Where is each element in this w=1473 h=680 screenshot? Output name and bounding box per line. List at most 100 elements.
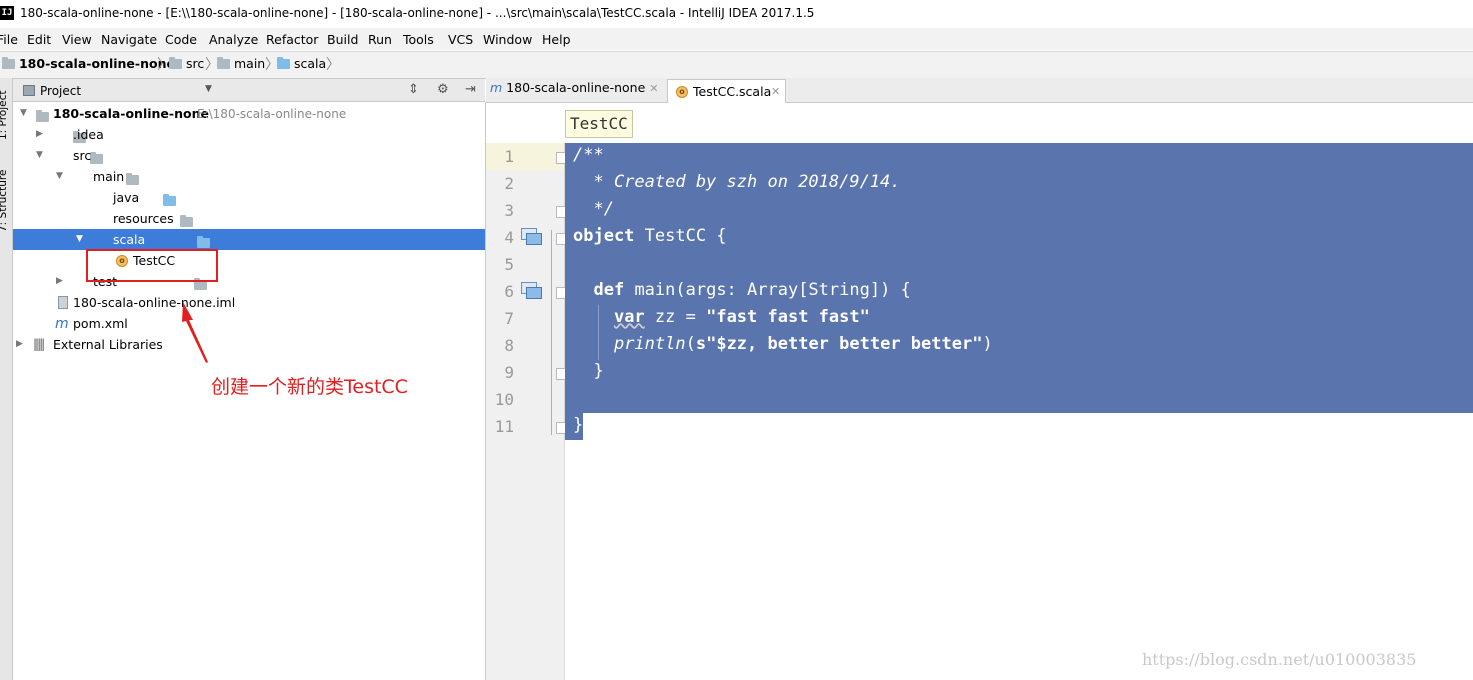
menu-run[interactable]: Run <box>368 32 392 47</box>
line-number: 8 <box>504 336 514 355</box>
tree-item-pom[interactable]: pom.xml <box>73 316 128 331</box>
tree-item-main[interactable]: main <box>93 169 124 184</box>
code-line-11[interactable]: } <box>573 415 583 435</box>
expand-arrow-icon[interactable]: ▼ <box>76 234 83 244</box>
menu-tools[interactable]: Tools <box>403 32 434 47</box>
watermark: https://blog.csdn.net/u010003835 <box>1142 650 1417 669</box>
chevron-right-icon: 〉 <box>326 57 340 73</box>
run-object-icon[interactable] <box>521 228 543 246</box>
line-number: 11 <box>494 417 514 436</box>
tab-testcc-scala[interactable]: o TestCC.scala ✕ <box>667 79 786 103</box>
nav-crumb-label: src <box>185 56 205 71</box>
nav-crumb-scala[interactable]: scala <box>277 56 326 71</box>
menu-analyze[interactable]: Analyze <box>209 32 258 47</box>
annotation-highlight-box <box>86 249 218 282</box>
fold-guide-line <box>551 230 552 435</box>
line-number: 4 <box>504 228 514 247</box>
tab-label: 180-scala-online-none <box>506 80 646 95</box>
tab-label: TestCC.scala <box>693 84 772 99</box>
nav-project-label: 180-scala-online-none <box>18 56 175 71</box>
tree-root-path: E:\180-scala-online-none <box>197 107 347 121</box>
menu-refactor[interactable]: Refactor <box>266 32 318 47</box>
chevron-down-icon[interactable]: ▼ <box>205 84 212 94</box>
menu-edit[interactable]: Edit <box>27 32 51 47</box>
tree-item-java[interactable]: java <box>113 190 139 205</box>
line-number: 3 <box>504 201 514 220</box>
tool-tab-project[interactable]: 1: Project <box>0 91 9 140</box>
nav-crumb-label: main <box>233 56 266 71</box>
menu-navigate[interactable]: Navigate <box>101 32 157 47</box>
gear-icon[interactable]: ⚙ <box>437 82 449 97</box>
menu-vcs[interactable]: VCS <box>448 32 473 47</box>
source-folder-icon <box>196 236 210 248</box>
code-line-8[interactable]: println(s"$zz, better better better") <box>573 334 993 354</box>
tree-root-label[interactable]: 180-scala-online-none <box>53 106 209 121</box>
menu-view[interactable]: View <box>62 32 92 47</box>
maven-icon: m <box>490 80 503 95</box>
selected-tree-row[interactable] <box>13 229 485 250</box>
nav-project[interactable]: 180-scala-online-none <box>2 56 175 71</box>
menu-code[interactable]: Code <box>165 32 197 47</box>
code-line-2[interactable]: * Created by szh on 2018/9/14. <box>573 172 900 192</box>
collapse-arrow-icon[interactable]: ▶ <box>16 339 23 349</box>
source-folder-icon <box>163 194 177 206</box>
line-number: 10 <box>494 390 514 409</box>
maven-icon: m <box>55 316 69 332</box>
annotation-arrow-icon <box>182 302 208 363</box>
project-panel-title[interactable]: Project <box>40 84 81 98</box>
annotation-text: 创建一个新的类TestCC <box>211 376 408 398</box>
collapse-arrow-icon[interactable]: ▶ <box>56 276 63 286</box>
tab-pom[interactable]: m 180-scala-online-none ✕ <box>490 80 659 102</box>
code-line-3[interactable]: */ <box>573 199 613 219</box>
line-number: 7 <box>504 309 514 328</box>
line-number: 6 <box>504 282 514 301</box>
folder-icon <box>89 152 103 164</box>
menu-build[interactable]: Build <box>327 32 358 47</box>
code-line-6[interactable]: def main(args: Array[String]) { <box>573 280 910 300</box>
menu-file[interactable]: File <box>0 32 18 47</box>
line-number: 1 <box>504 147 514 166</box>
tree-item-scala[interactable]: scala <box>113 232 145 247</box>
code-line-7[interactable]: var zz = "fast fast fast" <box>573 307 870 327</box>
left-tool-strip <box>0 78 13 680</box>
nav-crumb-main[interactable]: main <box>217 56 265 71</box>
line-number: 2 <box>504 174 514 193</box>
expand-arrow-icon[interactable]: ▼ <box>36 150 43 160</box>
source-folder-icon <box>277 57 290 69</box>
tree-item-idea[interactable]: .idea <box>73 127 104 142</box>
module-folder-icon <box>36 110 49 122</box>
run-main-icon[interactable] <box>521 282 543 300</box>
editor-breadcrumb-tip[interactable]: TestCC <box>565 110 633 138</box>
window-title: 180-scala-online-none - [E:\\180-scala-o… <box>20 6 815 20</box>
folder-icon <box>126 173 140 185</box>
expand-arrow-icon[interactable]: ▼ <box>56 171 63 181</box>
resources-folder-icon <box>180 215 194 227</box>
code-line-1[interactable]: /** <box>573 145 604 165</box>
tool-tab-structure[interactable]: 7: Structure <box>0 170 9 232</box>
scala-object-icon: o <box>676 86 688 98</box>
folder-icon <box>169 57 182 69</box>
editor-breadcrumb-area <box>486 103 1473 143</box>
tree-item-resources[interactable]: resources <box>113 211 174 226</box>
menu-help[interactable]: Help <box>542 32 571 47</box>
iml-file-icon <box>58 296 68 309</box>
line-number: 5 <box>504 255 514 274</box>
expand-arrow-icon[interactable]: ▼ <box>20 108 27 118</box>
collapse-arrow-icon[interactable]: ▶ <box>36 129 43 139</box>
menu-window[interactable]: Window <box>483 32 532 47</box>
intellij-logo-icon: IJ <box>0 6 14 20</box>
close-icon[interactable]: ✕ <box>771 85 780 98</box>
code-line-9[interactable]: } <box>573 361 603 381</box>
close-icon[interactable]: ✕ <box>649 82 658 95</box>
code-line-4[interactable]: object TestCC { <box>573 226 727 246</box>
nav-crumb-label: scala <box>293 56 327 71</box>
project-folder-icon <box>2 57 15 69</box>
tree-item-external-libraries[interactable]: External Libraries <box>53 337 163 352</box>
library-icon: ||||| <box>33 337 45 351</box>
tree-item-src[interactable]: src <box>73 148 91 163</box>
folder-icon <box>217 57 230 69</box>
hide-panel-icon[interactable]: ⇥ <box>465 82 476 97</box>
nav-crumb-src[interactable]: src <box>169 56 204 71</box>
scroll-from-source-icon[interactable]: ⇕ <box>408 82 419 97</box>
line-number: 9 <box>504 363 514 382</box>
